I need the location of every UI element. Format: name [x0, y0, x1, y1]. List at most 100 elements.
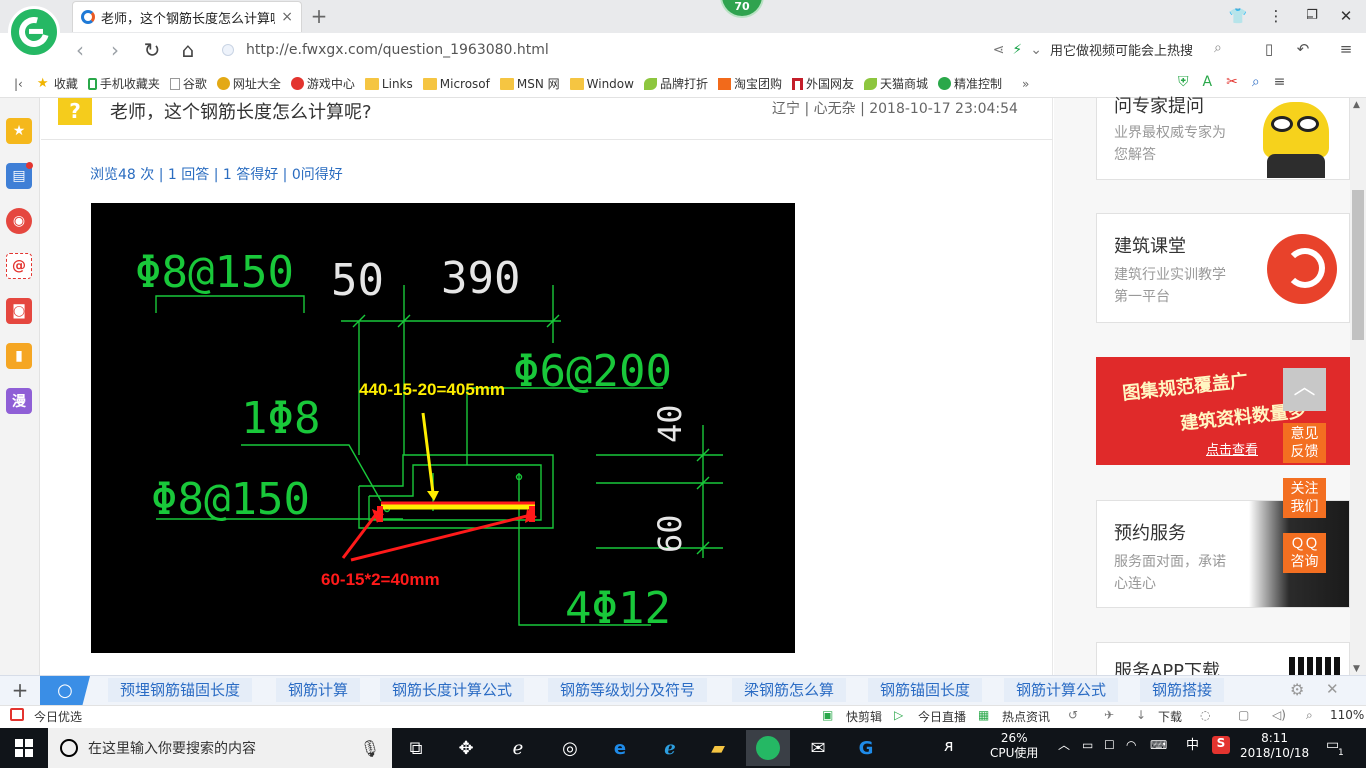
- close-icon[interactable]: ✕: [1326, 680, 1339, 698]
- skin-icon[interactable]: 👕: [1224, 4, 1252, 28]
- download-icon[interactable]: ↓: [1136, 708, 1146, 722]
- close-window-icon[interactable]: ✕: [1332, 4, 1360, 28]
- bookmark-item[interactable]: 品牌打折: [643, 75, 708, 92]
- bookmark-item[interactable]: 谷歌: [169, 75, 207, 92]
- bookmark-item[interactable]: 游戏中心: [290, 75, 355, 92]
- zoom-level[interactable]: 110%: [1330, 708, 1364, 722]
- app-card[interactable]: 服务APP下载: [1096, 642, 1350, 675]
- game-icon[interactable]: ◙: [6, 298, 32, 324]
- url-input[interactable]: http://e.fwxgx.com/question_1963080.html: [246, 42, 985, 58]
- ie-icon[interactable]: ℯ: [652, 732, 688, 764]
- mail-icon[interactable]: @: [6, 253, 32, 279]
- people-icon[interactable]: ᴙ: [944, 738, 954, 754]
- scroll-up-icon[interactable]: ▲: [1353, 100, 1360, 110]
- forward-icon[interactable]: ›: [103, 38, 127, 62]
- tag-item[interactable]: 钢筋等级划分及符号: [548, 678, 708, 702]
- new-tab-button[interactable]: +: [308, 4, 330, 28]
- browser-logo-icon[interactable]: [8, 6, 60, 58]
- course-card[interactable]: 建筑课堂 建筑行业实训教学第一平台: [1096, 213, 1350, 323]
- qq-consult-button[interactable]: ＱＱ咨询: [1283, 533, 1326, 573]
- bookmark-item[interactable]: 天猫商城: [864, 75, 928, 92]
- edge-icon[interactable]: e: [602, 732, 638, 764]
- tag-item[interactable]: 钢筋搭接: [1140, 678, 1225, 702]
- tag-item[interactable]: 钢筋长度计算公式: [380, 678, 525, 702]
- manga-icon[interactable]: 漫: [6, 388, 32, 414]
- news-icon[interactable]: ▦: [978, 708, 989, 722]
- address-bar[interactable]: http://e.fwxgx.com/question_1963080.html…: [222, 38, 1042, 62]
- status-item[interactable]: 今日直播: [918, 708, 966, 725]
- bookmark-item[interactable]: 精准控制: [938, 75, 1002, 92]
- tag-item[interactable]: 钢筋锚固长度: [868, 678, 983, 702]
- expert-card[interactable]: 问专家提问 业界最权威专家为您解答: [1096, 96, 1350, 180]
- status-item[interactable]: 热点资讯: [1002, 708, 1050, 725]
- task-view-icon[interactable]: ⧉: [398, 732, 434, 764]
- taskbar-search[interactable]: 在这里输入你要搜索的内容 🎙: [48, 728, 392, 768]
- refresh-icon[interactable]: ↺: [1068, 708, 1078, 722]
- file-explorer-icon[interactable]: ▰: [700, 732, 736, 764]
- tag-item[interactable]: 预埋钢筋锚固长度: [108, 678, 253, 702]
- shield-icon[interactable]: ⛨: [1178, 74, 1189, 90]
- status-item[interactable]: 下载: [1158, 708, 1182, 725]
- more-icon[interactable]: ≡: [1336, 39, 1356, 59]
- scrollbar[interactable]: [1350, 98, 1366, 675]
- bookmark-item[interactable]: 手机收藏夹: [87, 75, 160, 92]
- g-app-icon[interactable]: G: [848, 732, 884, 764]
- follow-us-button[interactable]: 关注我们: [1283, 478, 1326, 518]
- battery-icon[interactable]: ▭: [1082, 738, 1093, 753]
- volume-icon[interactable]: ◁): [1272, 708, 1286, 722]
- sidebar-toggle-icon[interactable]: |‹: [14, 77, 23, 91]
- home-icon[interactable]: ⌂: [176, 38, 200, 62]
- window-icon[interactable]: ▢: [1238, 708, 1249, 722]
- tab-close-icon[interactable]: ×: [281, 9, 293, 25]
- edge-icon[interactable]: ◌: [1200, 708, 1210, 722]
- network-icon[interactable]: ☐: [1104, 738, 1115, 753]
- status-item[interactable]: 快剪辑: [846, 708, 882, 725]
- bolt-icon[interactable]: ⚡: [1012, 42, 1022, 58]
- weibo-icon[interactable]: ◉: [6, 208, 32, 234]
- bookmark-item[interactable]: 外国网友: [792, 75, 854, 92]
- scrollbar-thumb[interactable]: [1352, 190, 1364, 340]
- search-icon[interactable]: ○: [40, 676, 90, 705]
- bookmark-item[interactable]: 网址大全: [216, 75, 281, 92]
- reload-icon[interactable]: ↻: [140, 38, 164, 62]
- search-icon[interactable]: ⌕: [1252, 74, 1260, 90]
- book-icon[interactable]: ▮: [6, 343, 32, 369]
- 360-app-icon[interactable]: ◎: [552, 732, 588, 764]
- browser-e-icon[interactable]: ℯ: [500, 732, 536, 764]
- zoom-icon[interactable]: ⌕: [1306, 708, 1313, 723]
- bookmark-item[interactable]: MSN 网: [499, 75, 560, 92]
- add-icon[interactable]: +: [0, 676, 40, 705]
- tag-item[interactable]: 梁钢筋怎么算: [732, 678, 847, 702]
- more-bookmarks-icon[interactable]: »: [1022, 77, 1029, 91]
- active-browser-icon[interactable]: [746, 730, 790, 766]
- tab-active[interactable]: 老师，这个钢筋长度怎么计算呢? ×: [72, 1, 302, 32]
- live-icon[interactable]: ▷: [894, 708, 903, 722]
- cpu-usage[interactable]: 26% CPU使用: [990, 731, 1038, 761]
- restore-icon[interactable]: ❐: [1298, 4, 1326, 28]
- bookmark-item[interactable]: ★ 收藏: [37, 75, 78, 92]
- bookmark-item[interactable]: Links: [364, 77, 413, 91]
- bookmark-item[interactable]: Window: [569, 77, 634, 91]
- bookmark-item[interactable]: Microsof: [422, 77, 490, 91]
- gift-icon[interactable]: [10, 708, 24, 721]
- chevron-up-icon[interactable]: ︿: [1058, 738, 1070, 753]
- undo-icon[interactable]: ↶: [1293, 39, 1313, 59]
- chevron-down-icon[interactable]: ⌄: [1030, 42, 1042, 58]
- scissors-icon[interactable]: ✂: [1226, 74, 1238, 90]
- cad-drawing-image[interactable]: Φ8@150 50 390 Φ6@200 1Φ8 Φ8@150 4Φ12 40 …: [91, 203, 795, 653]
- back-to-top-button[interactable]: ︿: [1283, 368, 1326, 411]
- video-edit-icon[interactable]: ▣: [822, 708, 833, 722]
- bookmark-item[interactable]: 淘宝团购: [717, 75, 782, 92]
- scroll-down-icon[interactable]: ▼: [1353, 664, 1360, 674]
- ime-indicator[interactable]: 中: [1186, 738, 1199, 753]
- microphone-icon[interactable]: 🎙: [360, 739, 380, 758]
- pin-icon[interactable]: ✈: [1104, 708, 1114, 722]
- sogou-icon[interactable]: S: [1212, 736, 1230, 754]
- start-button[interactable]: [0, 728, 48, 768]
- translate-icon[interactable]: A: [1203, 74, 1213, 90]
- settings-icon[interactable]: ⚙: [1290, 680, 1304, 699]
- tag-item[interactable]: 钢筋计算: [276, 678, 361, 702]
- search-icon[interactable]: ⌕: [1214, 40, 1222, 56]
- keyboard-icon[interactable]: ⌨: [1150, 738, 1167, 753]
- banner-link[interactable]: 点击查看: [1206, 439, 1258, 458]
